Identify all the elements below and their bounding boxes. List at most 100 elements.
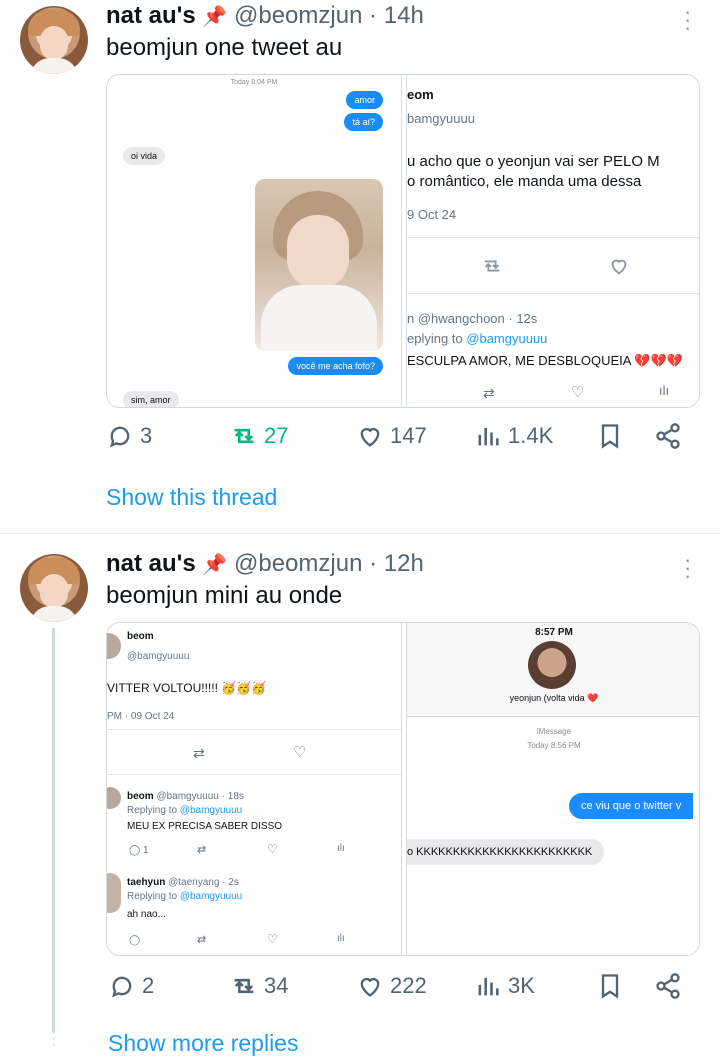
tweet-time[interactable]: · 12h: [369, 550, 424, 577]
reply-button[interactable]: 2: [108, 972, 154, 1000]
embedded-text: VITTER VOLTOU!!!!! 🥳🥳🥳: [107, 681, 267, 695]
avatar[interactable]: [20, 6, 88, 74]
like-icon: ♡: [571, 384, 585, 401]
tweet-time[interactable]: · 14h: [369, 2, 424, 29]
embedded-reply-user: n @hwangchoon · 12s: [407, 311, 538, 326]
media-image-tweet[interactable]: beom @bamgyuuuu VITTER VOLTOU!!!!! 🥳🥳🥳 P…: [107, 623, 401, 955]
retweet-button[interactable]: 34: [230, 972, 288, 1000]
more-options-icon[interactable]: · · ·: [684, 549, 691, 587]
views-count: 1.4K: [508, 423, 554, 448]
views-button[interactable]: 3K: [474, 972, 535, 1000]
views-count: 3K: [508, 973, 535, 998]
photo-attachment: [255, 179, 383, 351]
message-bubble: oi vida: [123, 147, 166, 165]
tweet-actions: 2 34 222 3K: [106, 972, 700, 1012]
reply-button[interactable]: 3: [106, 422, 152, 450]
pin-icon: 📌: [202, 6, 228, 28]
show-this-thread-link[interactable]: Show this thread: [106, 484, 277, 511]
message-bubble: você me acha fofo?: [288, 357, 383, 375]
embedded-reply-text: ESCULPA AMOR, ME DESBLOQUEIA 💔💔💔: [407, 353, 683, 368]
views-button[interactable]: 1.4K: [474, 422, 553, 450]
tweet[interactable]: nat au's 📌 @beomzjun · 14h · · · beomjun o…: [0, 0, 720, 532]
reply-icon: ◯ 1: [129, 845, 149, 856]
status-clock: 8:57 PM: [535, 627, 573, 638]
like-button[interactable]: 147: [356, 422, 427, 450]
author-name[interactable]: nat au's: [106, 550, 196, 577]
embedded-author-handle: bamgyuuuu: [407, 111, 475, 126]
embedded-author-name: beom: [127, 631, 154, 642]
tweet-header: nat au's 📌 @beomzjun · 12h: [106, 550, 424, 578]
tweet-header: nat au's 📌 @beomzjun · 14h: [106, 2, 424, 30]
like-icon: [360, 428, 380, 447]
embedded-reply-text: ah nao...: [127, 909, 166, 920]
like-button[interactable]: 222: [356, 972, 427, 1000]
reply-icon: [112, 976, 132, 998]
message-timestamp: Today 8:56 PM: [527, 741, 581, 750]
message-service: iMessage: [536, 727, 572, 736]
like-icon: ♡: [267, 932, 278, 946]
message-bubble: amor: [346, 91, 383, 109]
retweet-count: 27: [264, 423, 289, 448]
embedded-reply-user: beom @bamgyuuuu · 18s: [127, 791, 244, 802]
thread-line: [52, 628, 55, 1032]
like-count: 222: [390, 973, 427, 998]
views-icon: [478, 977, 499, 996]
embedded-reply-text: MEU EX PRECISA SABER DISSO: [127, 821, 283, 832]
retweet-icon: ⇄: [197, 844, 207, 856]
avatar[interactable]: [20, 554, 88, 622]
reply-count: 2: [142, 973, 155, 998]
message-bubble: ce viu que o twitter v: [569, 793, 694, 819]
thread-dots-icon: · · ·: [51, 1024, 57, 1053]
retweet-count: 34: [264, 973, 289, 998]
views-icon: [478, 427, 499, 446]
more-options-icon[interactable]: · · ·: [684, 1, 691, 39]
bookmark-button[interactable]: [596, 422, 624, 450]
like-icon: ♡: [267, 842, 278, 856]
retweet-icon: [234, 428, 254, 444]
like-icon: [360, 978, 380, 997]
share-button[interactable]: [654, 422, 682, 450]
share-button[interactable]: [654, 972, 682, 1000]
contact-avatar[interactable]: [528, 641, 576, 689]
tweet-separator: [0, 533, 720, 534]
media-image-tweet[interactable]: eom bamgyuuuu u acho que o yeonjun vai s…: [407, 75, 699, 407]
retweet-button[interactable]: 27: [230, 422, 288, 450]
reply-icon: [110, 426, 130, 448]
bookmark-button[interactable]: [596, 972, 624, 1000]
like-count: 147: [390, 423, 427, 448]
message-bubble: sim, amor: [123, 391, 179, 407]
tweet-text: beomjun mini au onde: [106, 582, 343, 609]
embedded-date: 9 Oct 24: [407, 207, 457, 222]
embedded-reply-user: taehyun @taenyang · 2s: [127, 877, 239, 888]
tweet-media[interactable]: beom @bamgyuuuu VITTER VOLTOU!!!!! 🥳🥳🥳 P…: [106, 622, 700, 956]
tweet[interactable]: · · · nat au's 📌 @beomzjun · 12h · · · beomj…: [0, 540, 720, 1060]
retweet-icon: [234, 978, 254, 994]
contact-name[interactable]: yeonjun (volta vida ❤️: [407, 693, 699, 704]
retweet-icon: ⇄: [197, 934, 207, 946]
show-more-replies-link[interactable]: Show more replies: [108, 1030, 298, 1057]
embedded-text: o romântico, ele manda uma dessa: [407, 173, 642, 190]
retweet-icon: [479, 255, 505, 282]
media-image-imessage[interactable]: 8:57 PM yeonjun (volta vida ❤️ iMessage …: [407, 623, 699, 955]
message-bubble: o KKKKKKKKKKKKKKKKKKKKKKKK: [407, 839, 605, 865]
views-icon: ılı: [659, 383, 670, 398]
views-icon: ılı: [337, 843, 345, 854]
author-name[interactable]: nat au's: [106, 2, 196, 29]
tweet-actions: 3 27 147 1.4K: [106, 422, 700, 462]
views-icon: ılı: [337, 933, 345, 944]
embedded-author-handle: @bamgyuuuu: [127, 651, 190, 662]
like-icon: [607, 255, 631, 282]
pin-icon: 📌: [202, 554, 228, 576]
bookmark-icon: [601, 974, 619, 999]
author-handle[interactable]: @beomzjun: [234, 2, 362, 29]
author-handle[interactable]: @beomzjun: [234, 550, 362, 577]
retweet-icon: ⇄: [483, 385, 495, 401]
embedded-author-name: eom: [407, 87, 434, 102]
share-icon: [656, 973, 680, 999]
message-bubble: tá aí?: [344, 113, 383, 131]
embedded-date: PM · 09 Oct 24: [107, 711, 175, 722]
tweet-media[interactable]: Today 8:04 PM amor tá aí? oi vida você m…: [106, 74, 700, 408]
embedded-replying-to: Replying to @bamgyuuuu: [127, 805, 243, 816]
media-image-imessage[interactable]: Today 8:04 PM amor tá aí? oi vida você m…: [107, 75, 401, 407]
reply-icon: ◯: [129, 935, 141, 946]
